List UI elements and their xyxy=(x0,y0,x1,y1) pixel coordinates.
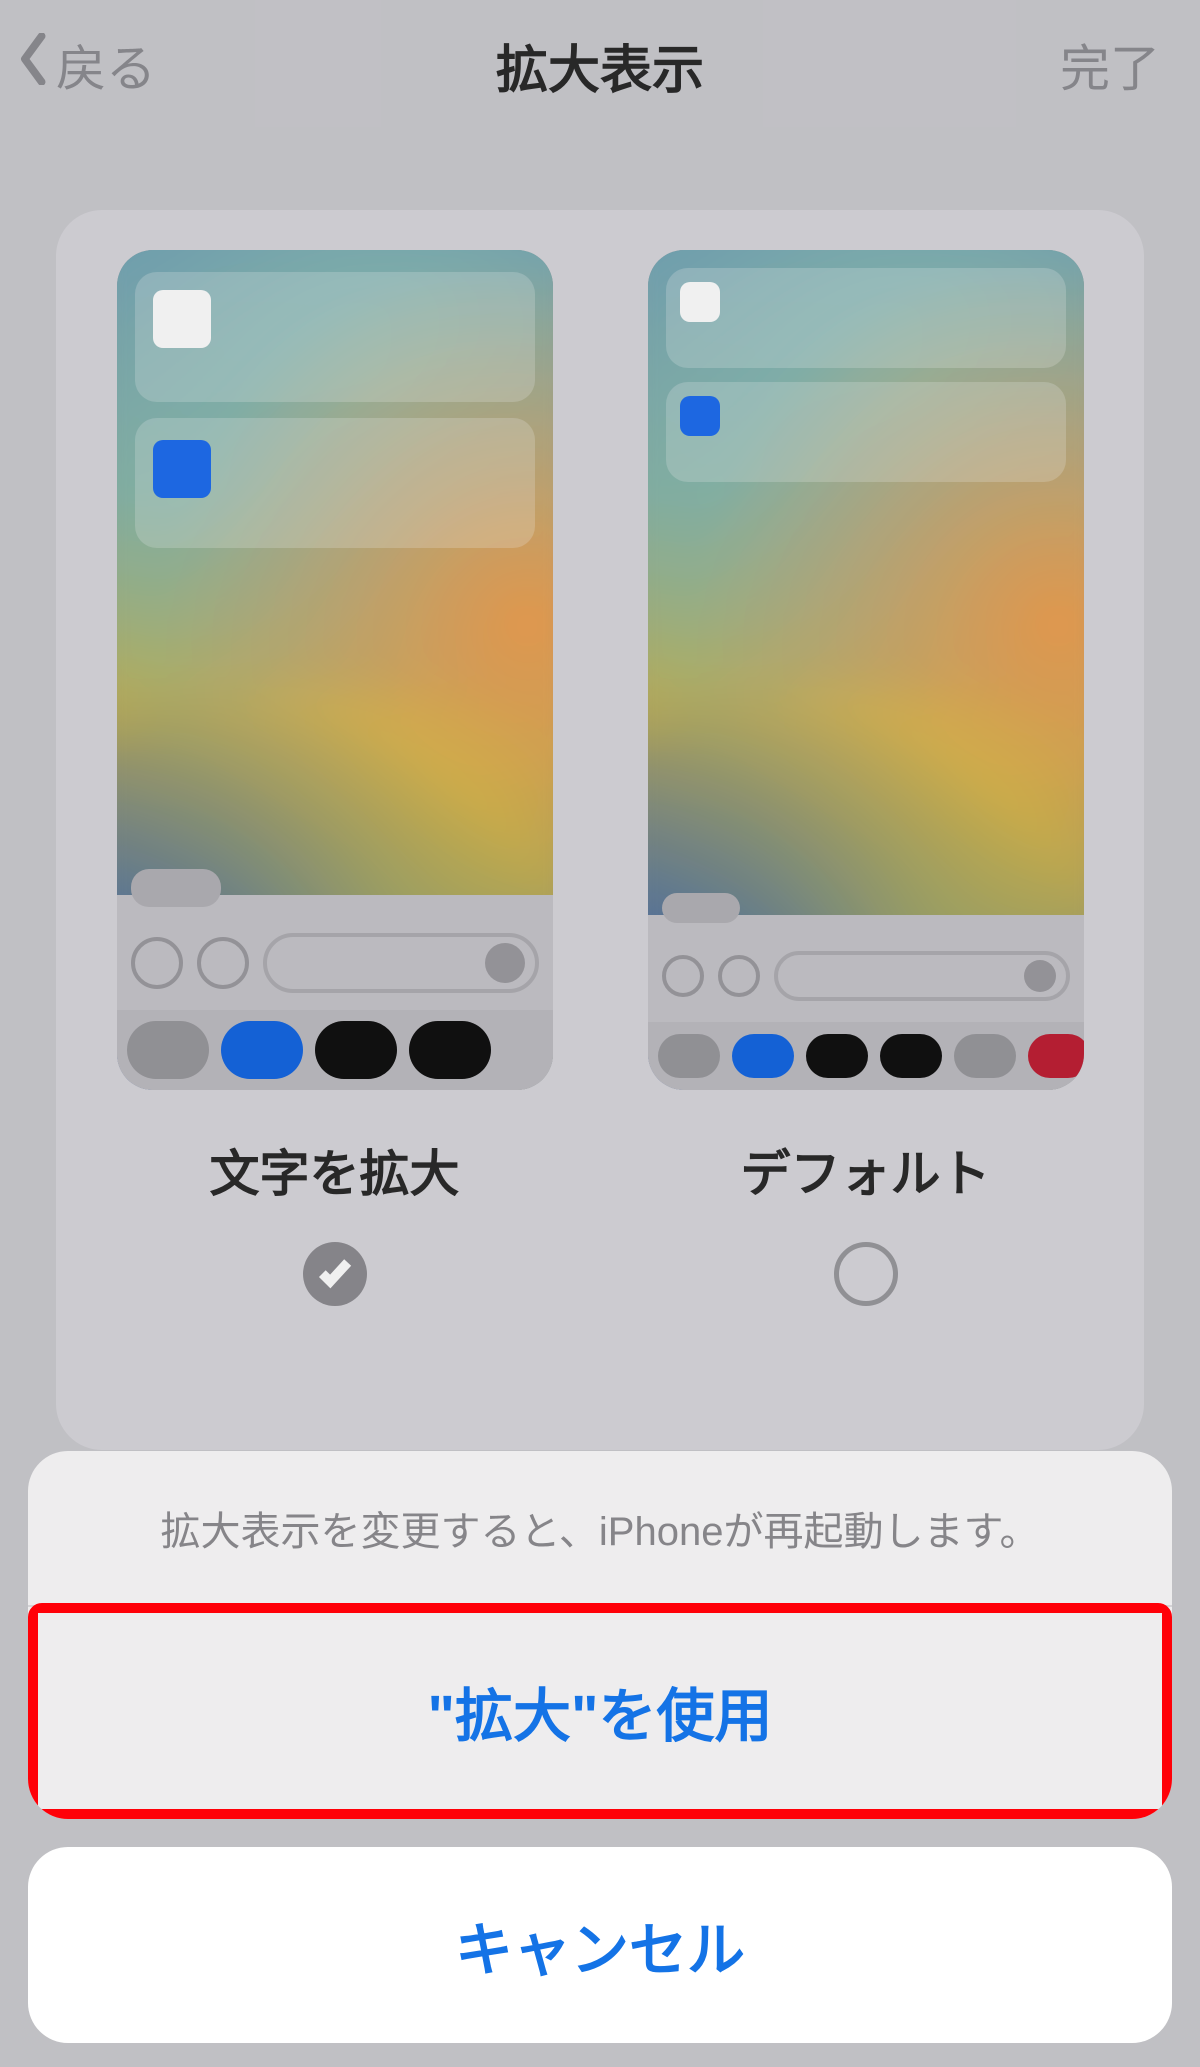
dock-app-icon xyxy=(409,1021,491,1079)
widget-preview xyxy=(666,268,1066,368)
message-bubble-icon xyxy=(662,893,740,923)
text-field-icon xyxy=(263,933,539,993)
dock-app-icon xyxy=(658,1034,720,1078)
done-button[interactable]: 完了 xyxy=(1060,0,1160,130)
option-zoomed[interactable]: 文字を拡大 xyxy=(74,250,595,1410)
apps-icon xyxy=(718,955,760,997)
dock-app-icon xyxy=(127,1021,209,1079)
message-input-preview xyxy=(662,951,1070,1001)
checkmark-icon xyxy=(316,1253,354,1296)
option-default[interactable]: デフォルト xyxy=(605,250,1126,1410)
chevron-left-icon xyxy=(18,33,50,97)
page-title: 拡大表示 xyxy=(496,28,704,103)
action-sheet-message: 拡大表示を変更すると、iPhoneが再起動します。 xyxy=(28,1451,1172,1607)
option-default-label: デフォルト xyxy=(741,1134,991,1206)
dock-app-icon xyxy=(954,1034,1016,1078)
dock-app-icon xyxy=(1028,1034,1084,1078)
message-bubble-icon xyxy=(131,869,221,907)
action-sheet: 拡大表示を変更すると、iPhoneが再起動します。 "拡大"を使用 キャンセル xyxy=(28,1451,1172,2043)
app-icon xyxy=(153,440,211,498)
camera-icon xyxy=(131,937,183,989)
cancel-button[interactable]: キャンセル xyxy=(28,1847,1172,2043)
preview-tray xyxy=(648,915,1084,1090)
dock-app-icon xyxy=(221,1021,303,1079)
done-label: 完了 xyxy=(1060,29,1160,101)
back-button[interactable]: 戻る xyxy=(18,0,156,130)
dock-preview xyxy=(648,1022,1084,1090)
confirm-button[interactable]: "拡大"を使用 xyxy=(38,1613,1162,1809)
radio-unselected[interactable] xyxy=(834,1242,898,1306)
action-sheet-group: 拡大表示を変更すると、iPhoneが再起動します。 "拡大"を使用 xyxy=(28,1451,1172,1819)
preview-tray xyxy=(117,895,553,1090)
app-icon xyxy=(153,290,211,348)
preview-default xyxy=(648,250,1084,1090)
message-input-preview xyxy=(131,933,539,993)
preview-zoomed xyxy=(117,250,553,1090)
option-zoomed-label: 文字を拡大 xyxy=(210,1134,460,1206)
dock-app-icon xyxy=(806,1034,868,1078)
navigation-bar: 戻る 拡大表示 完了 xyxy=(0,0,1200,130)
dock-app-icon xyxy=(880,1034,942,1078)
dock-app-icon xyxy=(732,1034,794,1078)
apps-icon xyxy=(197,937,249,989)
app-icon xyxy=(680,396,720,436)
camera-icon xyxy=(662,955,704,997)
dock-app-icon xyxy=(315,1021,397,1079)
app-icon xyxy=(680,282,720,322)
highlight-annotation: "拡大"を使用 xyxy=(28,1603,1172,1819)
text-field-icon xyxy=(774,951,1070,1001)
radio-selected[interactable] xyxy=(303,1242,367,1306)
dock-preview xyxy=(117,1010,553,1090)
widget-preview xyxy=(666,382,1066,482)
display-zoom-card: 文字を拡大 xyxy=(56,210,1144,1450)
back-label: 戻る xyxy=(56,29,156,101)
